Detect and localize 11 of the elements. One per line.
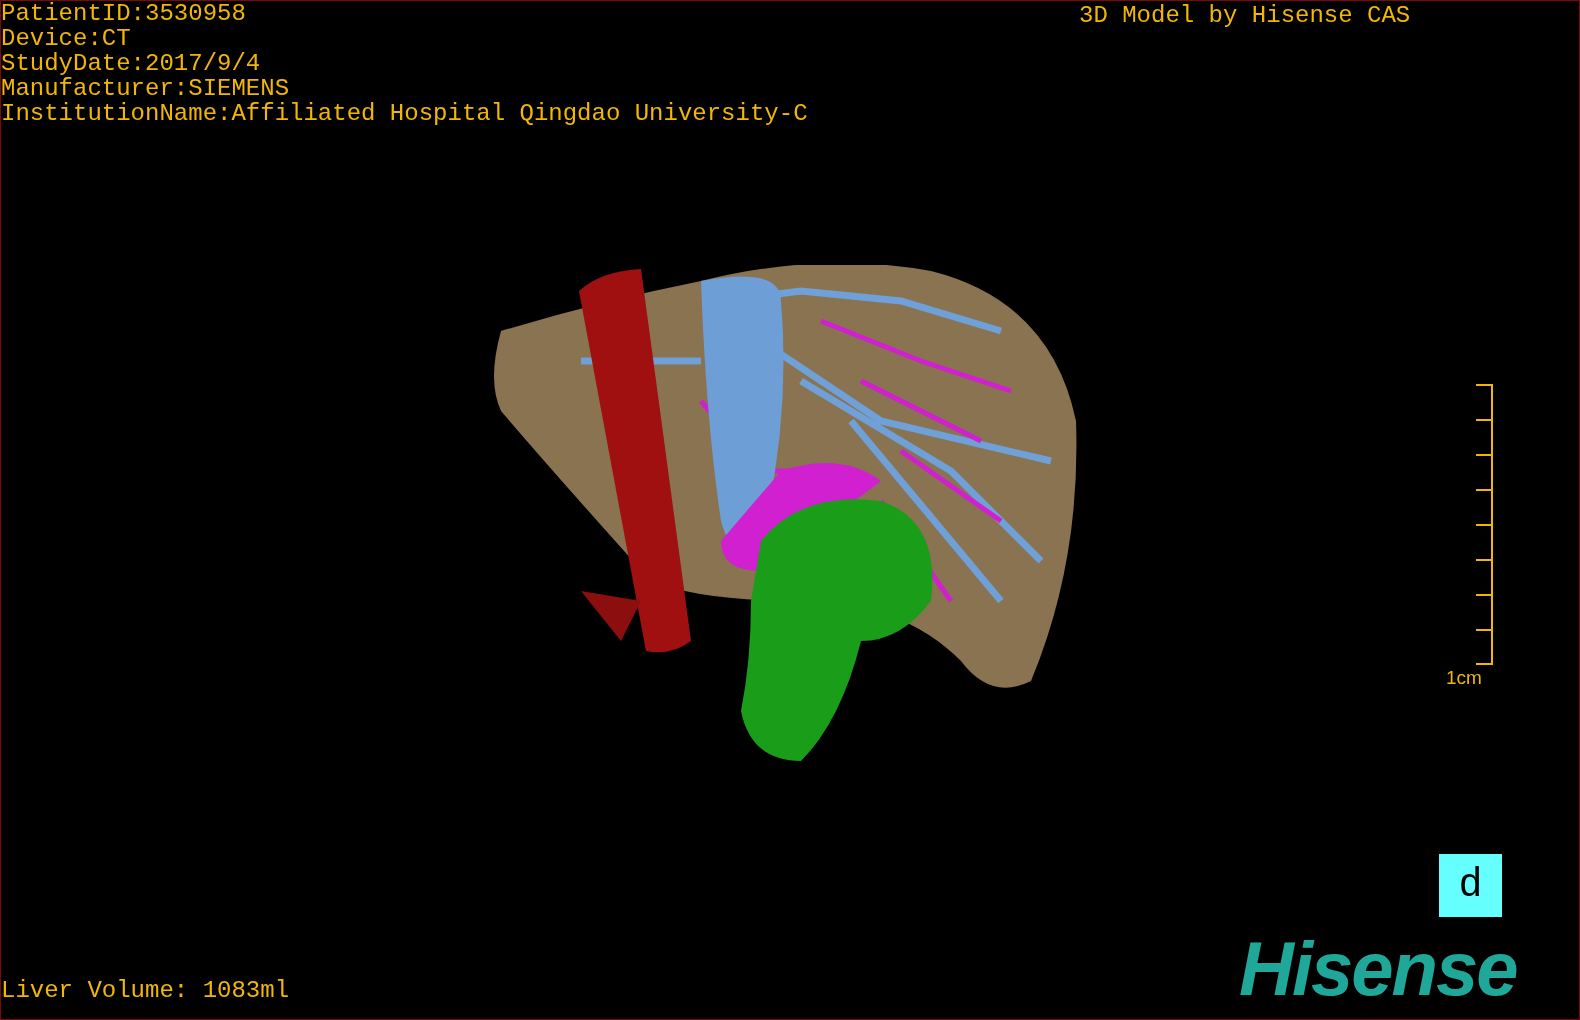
patient-info-text: PatientID:3530958 — [1, 1, 247, 26]
model-credit-text: 3D Model by Hisense CAS — [1079, 1, 1411, 31]
patient-info-text: InstitutionName:Affiliated Hospital Qingdao University-C — [1, 101, 808, 126]
orientation-marker: d — [1439, 854, 1502, 917]
patient-info-text: Manufacturer:SIEMENS — [1, 76, 291, 101]
brand-logo: Hisense — [1239, 927, 1517, 1011]
scale-bar-icon — [1474, 384, 1494, 665]
scale-label: 1cm — [1446, 667, 1482, 689]
patient-info-text: StudyDate:2017/9/4 — [1, 51, 262, 76]
patient-info-text: Device:CT — [1, 26, 132, 51]
liver-volume-text: Liver Volume: 1083ml — [1, 977, 290, 1005]
